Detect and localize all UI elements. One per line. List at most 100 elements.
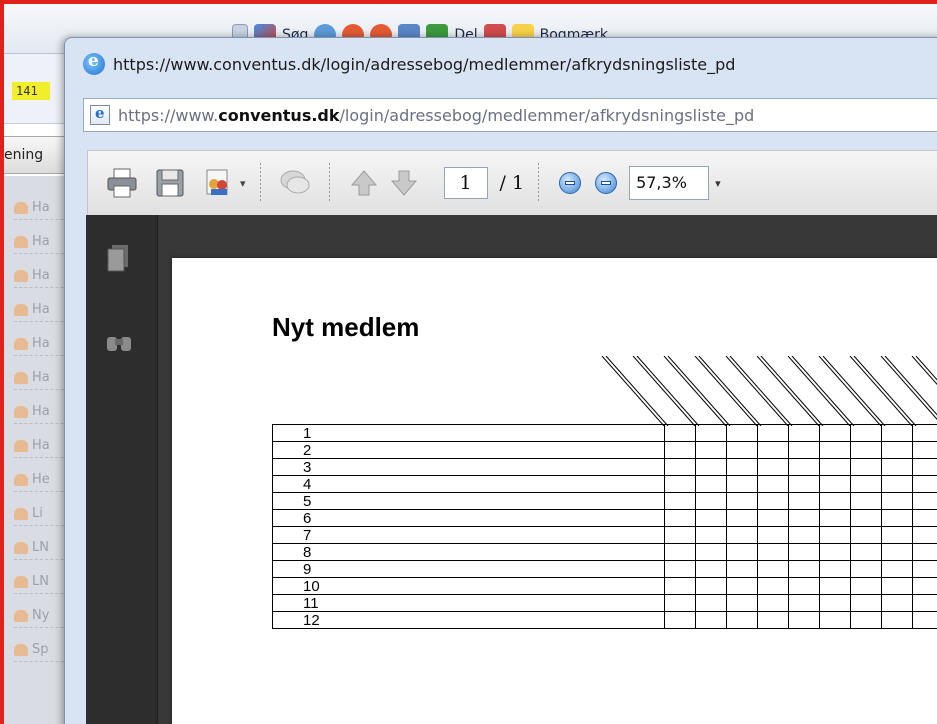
check-cell	[726, 577, 758, 595]
address-url[interactable]: https://www.conventus.dk/login/adressebo…	[118, 106, 754, 125]
check-cell	[695, 543, 727, 561]
check-cell	[788, 458, 820, 476]
check-cell	[881, 458, 913, 476]
check-cell	[912, 424, 937, 442]
check-cell	[757, 526, 789, 544]
check-cell	[788, 492, 820, 510]
person-icon	[14, 575, 28, 588]
row-number: 11	[272, 594, 665, 612]
check-cell	[819, 594, 851, 612]
check-cell	[912, 594, 937, 612]
check-cell	[819, 475, 851, 493]
zoom-level-input[interactable]: 57,3%	[629, 166, 710, 200]
share-button[interactable]	[198, 163, 238, 203]
check-cell	[757, 611, 789, 629]
person-icon	[14, 303, 28, 316]
check-cell	[726, 560, 758, 578]
row-number: 8	[272, 543, 665, 561]
zoom-in-icon[interactable]	[595, 172, 618, 194]
check-cell	[664, 441, 696, 459]
check-cell	[788, 543, 820, 561]
print-button[interactable]	[102, 163, 142, 203]
check-cell	[850, 458, 882, 476]
ie-logo-icon	[83, 51, 105, 75]
check-cell	[757, 475, 789, 493]
check-cell	[819, 509, 851, 527]
binoculars-icon[interactable]	[104, 327, 134, 357]
table-row: 2	[272, 441, 937, 459]
person-icon	[14, 201, 28, 214]
check-cell	[664, 458, 696, 476]
column-header-line	[787, 356, 851, 426]
prev-page-button[interactable]	[344, 163, 384, 203]
page-number-input[interactable]: 1	[443, 167, 488, 199]
toolbar-separator	[538, 163, 540, 203]
zoom-dropdown-icon[interactable]: ▾	[715, 177, 721, 190]
check-cell	[912, 611, 937, 629]
person-icon	[14, 473, 28, 486]
check-cell	[726, 543, 758, 561]
check-cell	[881, 475, 913, 493]
table-row: 1	[272, 424, 937, 442]
check-cell	[881, 611, 913, 629]
column-header-line	[694, 356, 758, 426]
share-dropdown-icon[interactable]: ▾	[240, 177, 246, 190]
check-cell	[850, 594, 882, 612]
window-title-text: https://www.conventus.dk/login/adressebo…	[113, 54, 736, 74]
check-cell	[664, 560, 696, 578]
check-cell	[912, 458, 937, 476]
check-cell	[664, 526, 696, 544]
check-cell	[912, 492, 937, 510]
next-page-button[interactable]	[384, 163, 424, 203]
pages-icon[interactable]	[104, 243, 134, 273]
check-cell	[726, 594, 758, 612]
row-number: 3	[272, 458, 665, 476]
check-cell	[819, 577, 851, 595]
check-cell	[819, 560, 851, 578]
check-cell	[664, 475, 696, 493]
check-cell	[664, 543, 696, 561]
check-cell	[726, 492, 758, 510]
comment-button[interactable]	[275, 163, 315, 203]
check-cell	[757, 577, 789, 595]
row-number: 7	[272, 526, 665, 544]
table-row: 6	[272, 509, 937, 527]
table-row: 10	[272, 577, 937, 595]
toolbar-separator	[259, 163, 261, 203]
person-icon	[14, 507, 28, 520]
check-cell	[726, 424, 758, 442]
check-cell	[912, 526, 937, 544]
column-header-line	[760, 356, 824, 426]
check-cell	[695, 526, 727, 544]
column-header-line	[663, 356, 727, 426]
save-button[interactable]	[150, 163, 190, 203]
check-cell	[850, 543, 882, 561]
highlight-badge: 141	[12, 82, 50, 100]
column-header-line	[880, 356, 937, 420]
address-bar[interactable]: https://www.conventus.dk/login/adressebo…	[83, 98, 937, 132]
check-cell	[912, 560, 937, 578]
people-share-icon	[206, 169, 228, 195]
check-cell	[695, 560, 727, 578]
arrow-down-icon	[390, 170, 417, 196]
check-cell	[819, 424, 851, 442]
table-row: 9	[272, 560, 937, 578]
check-cell	[850, 560, 882, 578]
column-header-line	[698, 356, 762, 426]
zoom-out-icon[interactable]	[559, 172, 582, 194]
check-cell	[881, 543, 913, 561]
page-total: / 1	[499, 172, 525, 194]
table-row: 8	[272, 543, 937, 561]
check-cell	[819, 492, 851, 510]
column-header-line	[853, 356, 917, 426]
check-cell	[788, 441, 820, 459]
comment-icon	[280, 170, 310, 194]
check-cell	[757, 458, 789, 476]
check-cell	[757, 543, 789, 561]
check-cell	[850, 577, 882, 595]
check-cell	[850, 492, 882, 510]
background-tab[interactable]: ening	[4, 136, 66, 174]
check-cell	[912, 509, 937, 527]
column-header-line	[849, 356, 913, 426]
check-cell	[819, 526, 851, 544]
